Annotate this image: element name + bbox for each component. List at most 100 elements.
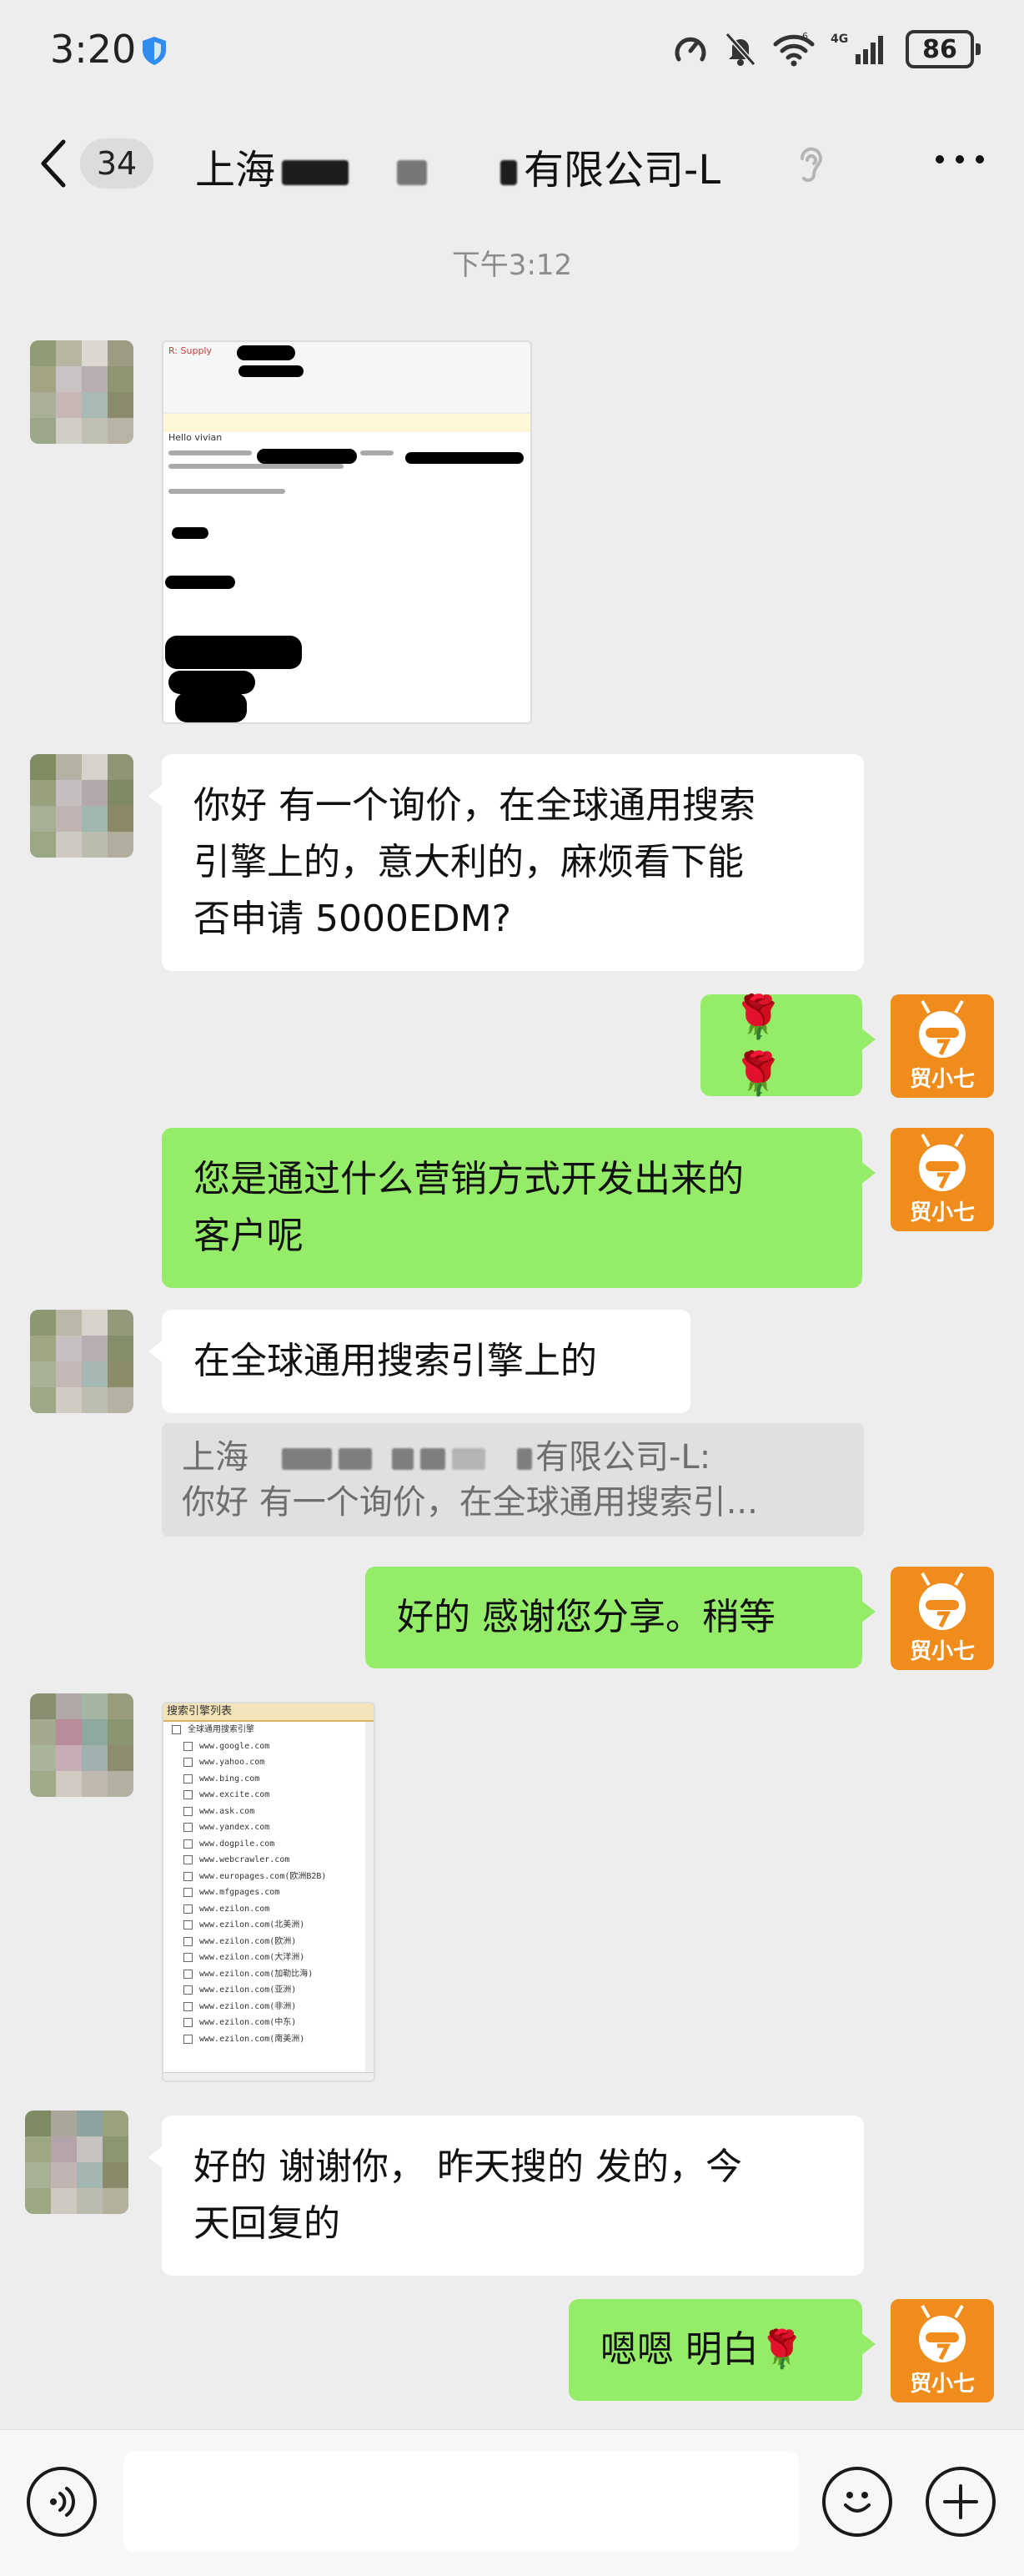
- search-list-item: www.webcrawler.com: [163, 1852, 374, 1869]
- message-line: 好的 谢谢你， 昨天搜的 发的，今: [193, 2146, 742, 2188]
- message-line: 否申请 5000EDM?: [193, 898, 511, 940]
- avatar-label: 贸小七: [910, 1639, 975, 1664]
- checkbox[interactable]: [183, 1953, 193, 1963]
- voice-icon: [50, 2487, 75, 2517]
- wifi-icon: 6: [773, 31, 815, 67]
- data-saver-icon: [675, 37, 706, 62]
- contact-avatar[interactable]: [30, 340, 133, 444]
- chat-title-end: 有限公司-L: [524, 147, 721, 194]
- message-line: 引擎上的，意大利的，麻烦看下能: [193, 841, 744, 883]
- message-bubble-out[interactable]: 🌹🌹: [700, 993, 876, 1098]
- contact-avatar[interactable]: [30, 1310, 133, 1413]
- voice-input-button[interactable]: [27, 2467, 97, 2537]
- search-list-item: www.ezilon.com(欧洲): [163, 1934, 374, 1950]
- plus-icon: [943, 2484, 978, 2519]
- avatar-label: 贸小七: [910, 1200, 975, 1225]
- email-screenshot-image[interactable]: R: Supply Hello vivian: [162, 340, 532, 724]
- message-line: 你好 有一个询价，在全球通用搜索: [193, 784, 755, 827]
- quoted-message[interactable]: 上海 有限公司-L: 你好 有一个询价，在全球通用搜索引...: [162, 1423, 864, 1537]
- more-functions-button[interactable]: [926, 2467, 996, 2537]
- message-line: 客户呢: [193, 1215, 304, 1257]
- robot-logo-icon: 贸小七: [910, 1572, 975, 1664]
- search-list-item: www.yandex.com: [163, 1819, 374, 1836]
- robot-logo-icon: 贸小七: [910, 2305, 975, 2397]
- checkbox[interactable]: [183, 1806, 193, 1816]
- search-list-item: www.google.com: [163, 1738, 374, 1755]
- quote-text: 你好 有一个询价，在全球通用搜索引...: [182, 1483, 758, 1522]
- message-line: 天回复的: [193, 2202, 340, 2245]
- back-icon[interactable]: [37, 137, 70, 190]
- my-avatar[interactable]: 贸小七: [891, 994, 994, 1098]
- message-bubble-in[interactable]: 你好 有一个询价，在全球通用搜索 引擎上的，意大利的，麻烦看下能 否申请 500…: [148, 754, 864, 971]
- checkbox[interactable]: [183, 2001, 193, 2011]
- system-icons: 6 4G 86: [672, 30, 981, 68]
- search-list-item: www.ezilon.com(加勒比海): [163, 1966, 374, 1983]
- my-avatar[interactable]: 贸小七: [891, 1567, 994, 1670]
- message-bubble-in[interactable]: 在全球通用搜索引擎上的: [148, 1310, 690, 1413]
- checkbox[interactable]: [183, 1758, 193, 1768]
- checkbox[interactable]: [183, 1904, 193, 1914]
- checkbox[interactable]: [183, 1969, 193, 1979]
- robot-logo-icon: 贸小七: [910, 1134, 975, 1225]
- avatar-label: 贸小七: [910, 2372, 975, 2397]
- more-icon[interactable]: [936, 155, 984, 164]
- battery-indicator: 86: [906, 30, 981, 68]
- redaction: [397, 160, 428, 185]
- contact-avatar[interactable]: [30, 754, 133, 858]
- contact-avatar[interactable]: [25, 2111, 128, 2214]
- horizontal-scrollbar[interactable]: [163, 2072, 374, 2080]
- search-list-item: www.ask.com: [163, 1804, 374, 1820]
- unread-count-badge[interactable]: 34: [80, 138, 153, 189]
- checkbox[interactable]: [183, 1741, 193, 1751]
- checkbox[interactable]: [183, 1790, 193, 1800]
- search-engine-list-image[interactable]: 搜索引擎列表 全球通用搜索引擎 www.google.com www.yahoo.…: [162, 1702, 375, 2082]
- search-list-item: www.bing.com: [163, 1771, 374, 1788]
- chat-title-start: 上海: [195, 147, 276, 194]
- scrollbar[interactable]: [365, 1722, 374, 2080]
- search-list-item: www.ezilon.com(大洋洲): [163, 1950, 374, 1966]
- email-header: R: Supply: [163, 342, 530, 414]
- search-list-title: 搜索引擎列表: [163, 1703, 374, 1722]
- message-bubble-out[interactable]: 嗯嗯 明白🌹: [569, 2299, 876, 2401]
- checkbox[interactable]: [183, 1871, 193, 1881]
- checkbox[interactable]: [183, 1985, 193, 1995]
- checkbox[interactable]: [183, 2018, 193, 2028]
- message-bubble-in[interactable]: 好的 谢谢你， 昨天搜的 发的，今 天回复的: [148, 2116, 864, 2276]
- search-list-item: www.ezilon.com(北美洲): [163, 1917, 374, 1934]
- search-list-item: www.ezilon.com(南美洲): [163, 2031, 374, 2048]
- checkbox[interactable]: [183, 1936, 193, 1946]
- checkbox[interactable]: [183, 1920, 193, 1930]
- my-avatar[interactable]: 贸小七: [891, 2299, 994, 2402]
- checkbox[interactable]: [183, 2034, 193, 2044]
- message-bubble-out[interactable]: 您是通过什么营销方式开发出来的 客户呢: [162, 1128, 876, 1288]
- network-type: 4G: [831, 33, 848, 46]
- checkbox[interactable]: [183, 1855, 193, 1865]
- shield-icon: [143, 37, 166, 65]
- search-list-item: www.ezilon.com(中东): [163, 2015, 374, 2031]
- message-bubble-out[interactable]: 好的 感谢您分享。稍等: [365, 1567, 876, 1668]
- chat-header: 34 上海 有限公司-L: [0, 115, 1024, 214]
- email-warning: [163, 414, 530, 432]
- checkbox[interactable]: [183, 1823, 193, 1833]
- search-list-item: www.ezilon.com(亚洲): [163, 1982, 374, 1999]
- signal-icon: 4G: [831, 33, 883, 64]
- search-list-root: 全球通用搜索引擎: [163, 1722, 374, 1738]
- search-list-item: www.dogpile.com: [163, 1836, 374, 1853]
- input-bar: [0, 2429, 1024, 2576]
- contact-avatar[interactable]: [30, 1693, 133, 1797]
- emoji-button[interactable]: [822, 2467, 892, 2537]
- my-avatar[interactable]: 贸小七: [891, 1128, 994, 1231]
- mute-bell-icon: [725, 33, 756, 66]
- message-input[interactable]: [123, 2452, 799, 2552]
- quote-author: 上海 有限公司-L:: [182, 1435, 844, 1480]
- avatar-label: 贸小七: [910, 1067, 975, 1092]
- checkbox[interactable]: [183, 1839, 193, 1849]
- quote-author-start: 上海: [182, 1438, 248, 1477]
- svg-text:6: 6: [802, 31, 808, 42]
- checkbox[interactable]: [183, 1774, 193, 1784]
- search-list-item: www.excite.com: [163, 1787, 374, 1804]
- email-subject: R: Supply: [168, 345, 212, 356]
- status-bar: 3:20 6 4G 86: [0, 0, 1024, 100]
- checkbox[interactable]: [183, 1888, 193, 1898]
- search-list-item: www.ezilon.com: [163, 1901, 374, 1918]
